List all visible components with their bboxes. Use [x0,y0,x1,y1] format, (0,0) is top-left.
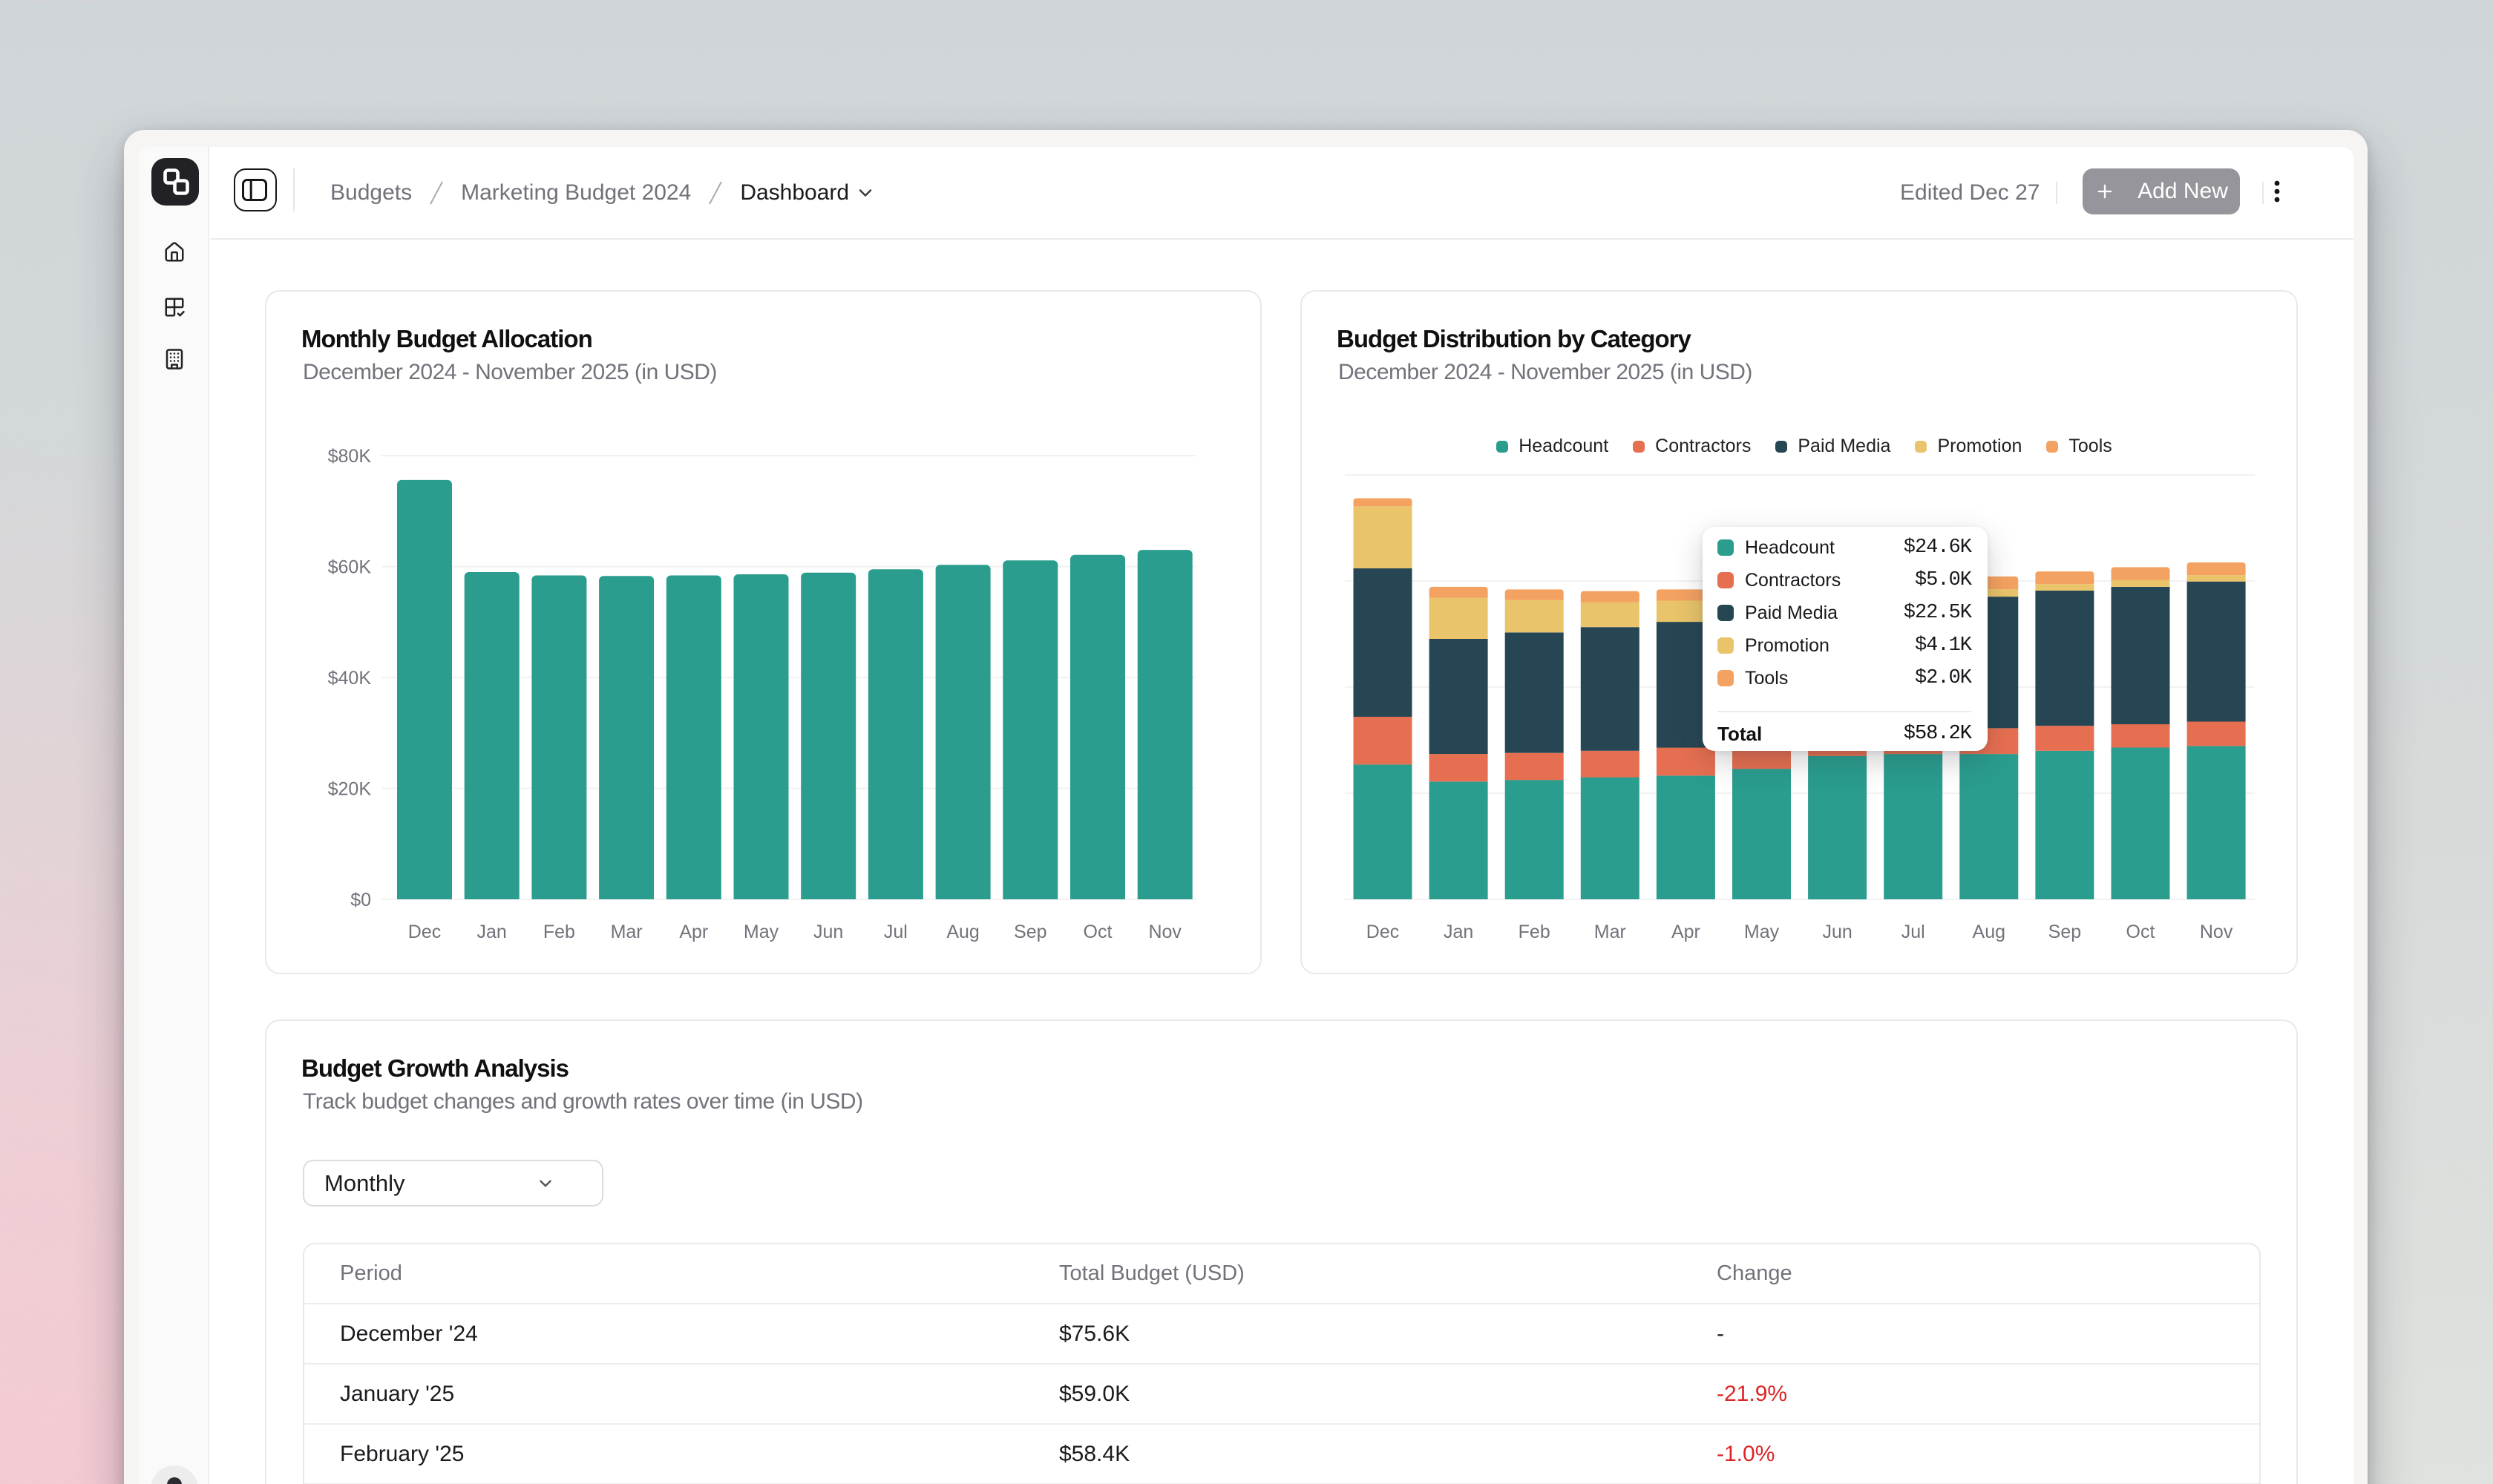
svg-text:Apr: Apr [1671,922,1700,942]
svg-text:Mar: Mar [611,922,643,942]
svg-text:May: May [1744,922,1780,942]
svg-text:Mar: Mar [1594,922,1626,942]
svg-text:Aug: Aug [1973,922,2005,942]
svg-text:Jul: Jul [884,922,908,942]
svg-text:Dec: Dec [1366,922,1399,942]
svg-text:Feb: Feb [543,922,575,942]
svg-text:$0: $0 [350,890,371,910]
svg-text:Oct: Oct [2126,922,2155,942]
svg-text:Apr: Apr [679,922,708,942]
svg-text:Jul: Jul [1901,922,1925,942]
svg-text:Nov: Nov [2200,922,2233,942]
svg-text:Sep: Sep [1014,922,1046,942]
svg-text:$60K: $60K [328,557,372,578]
svg-text:Jan: Jan [1444,922,1473,942]
svg-text:$80K: $80K [328,446,372,467]
svg-text:Jun: Jun [1822,922,1852,942]
svg-text:$20K: $20K [328,779,372,800]
svg-text:Oct: Oct [1084,922,1113,942]
svg-text:Jan: Jan [477,922,507,942]
svg-text:Aug: Aug [946,922,979,942]
svg-text:May: May [744,922,779,942]
svg-text:Jun: Jun [813,922,843,942]
svg-text:$40K: $40K [328,668,372,689]
svg-text:Feb: Feb [1519,922,1550,942]
svg-text:Nov: Nov [1148,922,1182,942]
svg-text:Sep: Sep [2048,922,2081,942]
svg-text:Dec: Dec [408,922,441,942]
